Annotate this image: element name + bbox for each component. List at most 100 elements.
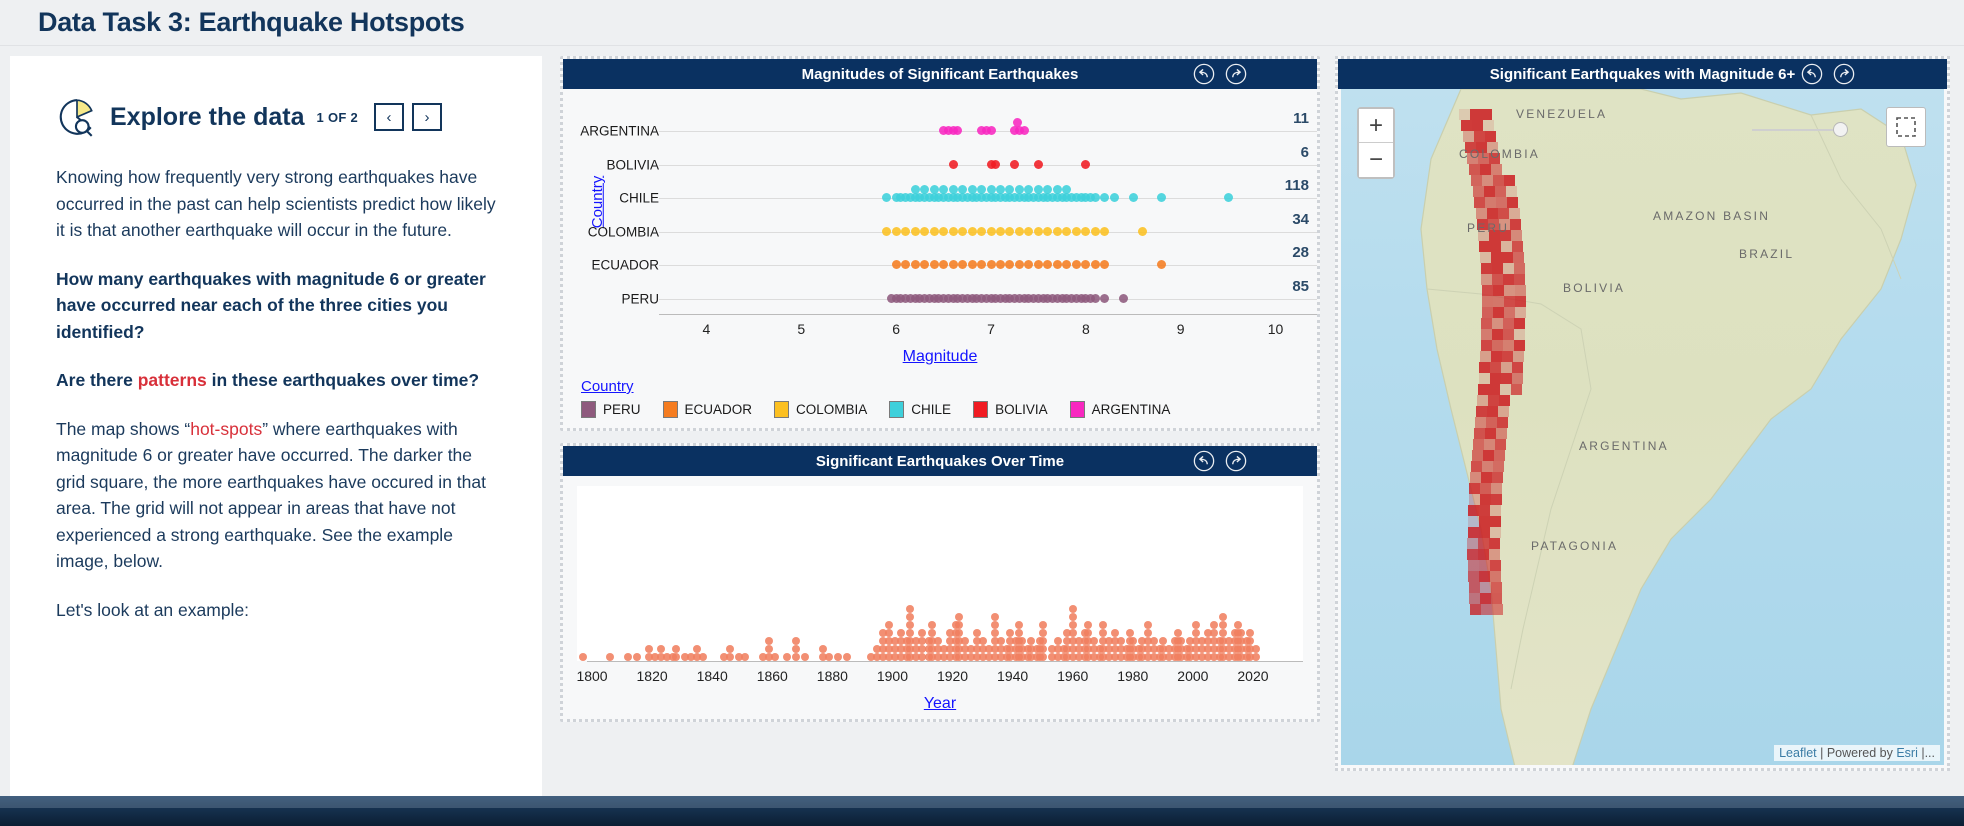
data-point[interactable]	[918, 629, 927, 637]
hotspot-cell[interactable]	[1513, 351, 1525, 362]
hotspot-cell[interactable]	[1490, 582, 1502, 593]
hotspot-cell[interactable]	[1480, 483, 1492, 494]
data-point[interactable]	[765, 645, 774, 653]
hotspot-cell[interactable]	[1472, 186, 1484, 197]
hotspot-cell[interactable]	[1492, 461, 1504, 472]
data-point[interactable]	[1191, 621, 1200, 629]
hotspot-cell[interactable]	[1470, 109, 1481, 120]
hotspot-cell[interactable]	[1480, 351, 1492, 362]
data-point[interactable]	[927, 621, 936, 629]
hotspot-cell[interactable]	[1502, 340, 1514, 351]
hotspot-cell[interactable]	[1493, 450, 1505, 461]
hotspot-cell[interactable]	[1490, 241, 1502, 252]
data-point[interactable]	[990, 629, 999, 637]
hotspot-cell[interactable]	[1481, 472, 1493, 483]
data-point[interactable]	[1053, 637, 1062, 645]
hotspot-cell[interactable]	[1480, 164, 1492, 175]
time-scatter-plot[interactable]	[577, 486, 1303, 661]
data-point[interactable]	[1068, 629, 1077, 637]
hotspot-cell[interactable]	[1468, 571, 1480, 582]
hotspot-cell[interactable]	[1489, 527, 1501, 538]
data-point[interactable]	[1081, 260, 1091, 270]
data-point[interactable]	[1081, 159, 1091, 169]
hotspot-cell[interactable]	[1486, 208, 1498, 219]
hotspot-cell[interactable]	[1496, 197, 1508, 208]
data-point[interactable]	[1033, 159, 1043, 169]
data-point[interactable]	[783, 653, 792, 661]
legend-item[interactable]: PERU	[581, 401, 641, 418]
redo-icon[interactable]	[1225, 63, 1247, 85]
hotspot-cell[interactable]	[1489, 560, 1501, 571]
hotspot-cell[interactable]	[1481, 175, 1493, 186]
data-point[interactable]	[1090, 260, 1100, 270]
hotspot-cell[interactable]	[1514, 329, 1526, 340]
data-point[interactable]	[960, 637, 969, 645]
data-point[interactable]	[1090, 193, 1100, 203]
hotspot-cell[interactable]	[1514, 285, 1526, 296]
data-point[interactable]	[1019, 126, 1029, 136]
data-point[interactable]	[1068, 621, 1077, 629]
data-point[interactable]	[882, 193, 892, 203]
data-point[interactable]	[1052, 260, 1062, 270]
data-point[interactable]	[1052, 226, 1062, 236]
hotspot-cell[interactable]	[1489, 549, 1501, 560]
hotspot-cell[interactable]	[1463, 131, 1475, 142]
data-point[interactable]	[792, 645, 801, 653]
data-point[interactable]	[995, 226, 1005, 236]
hotspot-cell[interactable]	[1481, 604, 1493, 615]
data-point[interactable]	[978, 637, 987, 645]
leaflet-map[interactable]: VENEZUELA COLOMBIA PERU AMAZON BASIN BRAZIL B…	[1341, 89, 1944, 765]
data-point[interactable]	[1083, 629, 1092, 637]
hotspot-cell[interactable]	[1471, 450, 1483, 461]
data-point[interactable]	[1071, 260, 1081, 270]
hotspot-cell[interactable]	[1503, 318, 1515, 329]
data-point[interactable]	[891, 260, 901, 270]
data-point[interactable]	[958, 260, 968, 270]
hotspot-cell[interactable]	[1492, 307, 1504, 318]
legend-item[interactable]: BOLIVIA	[973, 401, 1048, 418]
data-point[interactable]	[1043, 226, 1053, 236]
hotspot-cell[interactable]	[1492, 472, 1504, 483]
hotspot-cell[interactable]	[1492, 285, 1504, 296]
data-point[interactable]	[1010, 159, 1020, 169]
rectangle-select-button[interactable]	[1886, 107, 1926, 147]
data-point[interactable]	[1014, 629, 1023, 637]
data-point[interactable]	[672, 653, 681, 661]
prev-page-button[interactable]: ‹	[374, 103, 405, 131]
hotspot-cell[interactable]	[1492, 274, 1504, 285]
hotspot-cell[interactable]	[1470, 604, 1482, 615]
data-point[interactable]	[657, 645, 666, 653]
data-point[interactable]	[1236, 629, 1245, 637]
undo-icon[interactable]	[1193, 450, 1215, 472]
data-point[interactable]	[1026, 637, 1035, 645]
data-point[interactable]	[1014, 260, 1024, 270]
hotspot-cell[interactable]	[1478, 516, 1490, 527]
hotspot-cell[interactable]	[1479, 505, 1491, 516]
data-point[interactable]	[1128, 193, 1138, 203]
magnitude-x-axis-title[interactable]: Magnitude	[563, 348, 1317, 372]
data-point[interactable]	[1128, 637, 1137, 645]
hotspot-cell[interactable]	[1467, 527, 1479, 538]
data-point[interactable]	[1138, 226, 1148, 236]
data-point[interactable]	[1173, 629, 1182, 637]
hotspot-cell[interactable]	[1478, 527, 1490, 538]
data-point[interactable]	[741, 653, 750, 661]
data-point[interactable]	[819, 645, 828, 653]
hotspot-cell[interactable]	[1489, 373, 1501, 384]
hotspot-cell[interactable]	[1490, 494, 1502, 505]
hotspot-cell[interactable]	[1502, 263, 1514, 274]
data-point[interactable]	[948, 226, 958, 236]
hotspot-cell[interactable]	[1475, 208, 1487, 219]
data-point[interactable]	[1125, 629, 1134, 637]
data-point[interactable]	[1143, 621, 1152, 629]
hotspot-cell[interactable]	[1512, 362, 1524, 373]
hotspot-cell[interactable]	[1492, 175, 1504, 186]
hotspot-cell[interactable]	[1474, 197, 1486, 208]
undo-icon[interactable]	[1801, 63, 1823, 85]
data-point[interactable]	[977, 226, 986, 236]
data-point[interactable]	[1100, 226, 1110, 236]
data-point[interactable]	[843, 653, 852, 661]
hotspot-cell[interactable]	[1491, 351, 1503, 362]
hotspot-cell[interactable]	[1492, 329, 1504, 340]
data-point[interactable]	[1033, 226, 1043, 236]
